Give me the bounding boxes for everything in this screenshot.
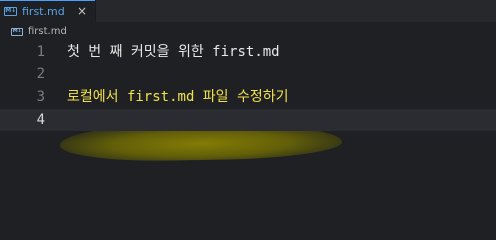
line-number: 3 bbox=[36, 89, 45, 105]
tab-label: first.md bbox=[22, 4, 65, 18]
markdown-icon: M↓ bbox=[11, 27, 23, 36]
code-line-4-current[interactable]: 4 bbox=[0, 109, 496, 131]
breadcrumb: M↓ first.md bbox=[0, 22, 496, 41]
editor-window: M↓ first.md × M↓ first.md 1 첫 번 째 커밋을 위한… bbox=[0, 0, 496, 211]
code-line-2[interactable]: 2 bbox=[0, 63, 496, 85]
markdown-icon: M↓ bbox=[4, 6, 17, 16]
line-number: 2 bbox=[36, 66, 45, 82]
breadcrumb-file-label[interactable]: first.md bbox=[28, 26, 67, 37]
line-text[interactable]: 로컬에서 first.md 파일 수정하기 bbox=[67, 86, 289, 108]
line-number: 4 bbox=[36, 112, 45, 128]
editor-area[interactable]: 1 첫 번 째 커밋을 위한 first.md 2 3 로컬에서 first.m… bbox=[0, 41, 496, 211]
close-icon[interactable]: × bbox=[77, 5, 87, 17]
code-line-3[interactable]: 3 로컬에서 first.md 파일 수정하기 bbox=[0, 86, 496, 108]
tab-first-md[interactable]: M↓ first.md × bbox=[0, 0, 96, 22]
tab-bar: M↓ first.md × bbox=[0, 0, 496, 22]
line-text[interactable]: 첫 번 째 커밋을 위한 first.md bbox=[67, 41, 280, 63]
tab-active-indicator bbox=[0, 0, 95, 1]
line-number: 1 bbox=[36, 44, 45, 60]
markdown-icon-glyph: M↓ bbox=[5, 7, 16, 14]
markdown-icon-glyph: M↓ bbox=[12, 28, 22, 34]
code-line-1[interactable]: 1 첫 번 째 커밋을 위한 first.md bbox=[0, 41, 496, 63]
